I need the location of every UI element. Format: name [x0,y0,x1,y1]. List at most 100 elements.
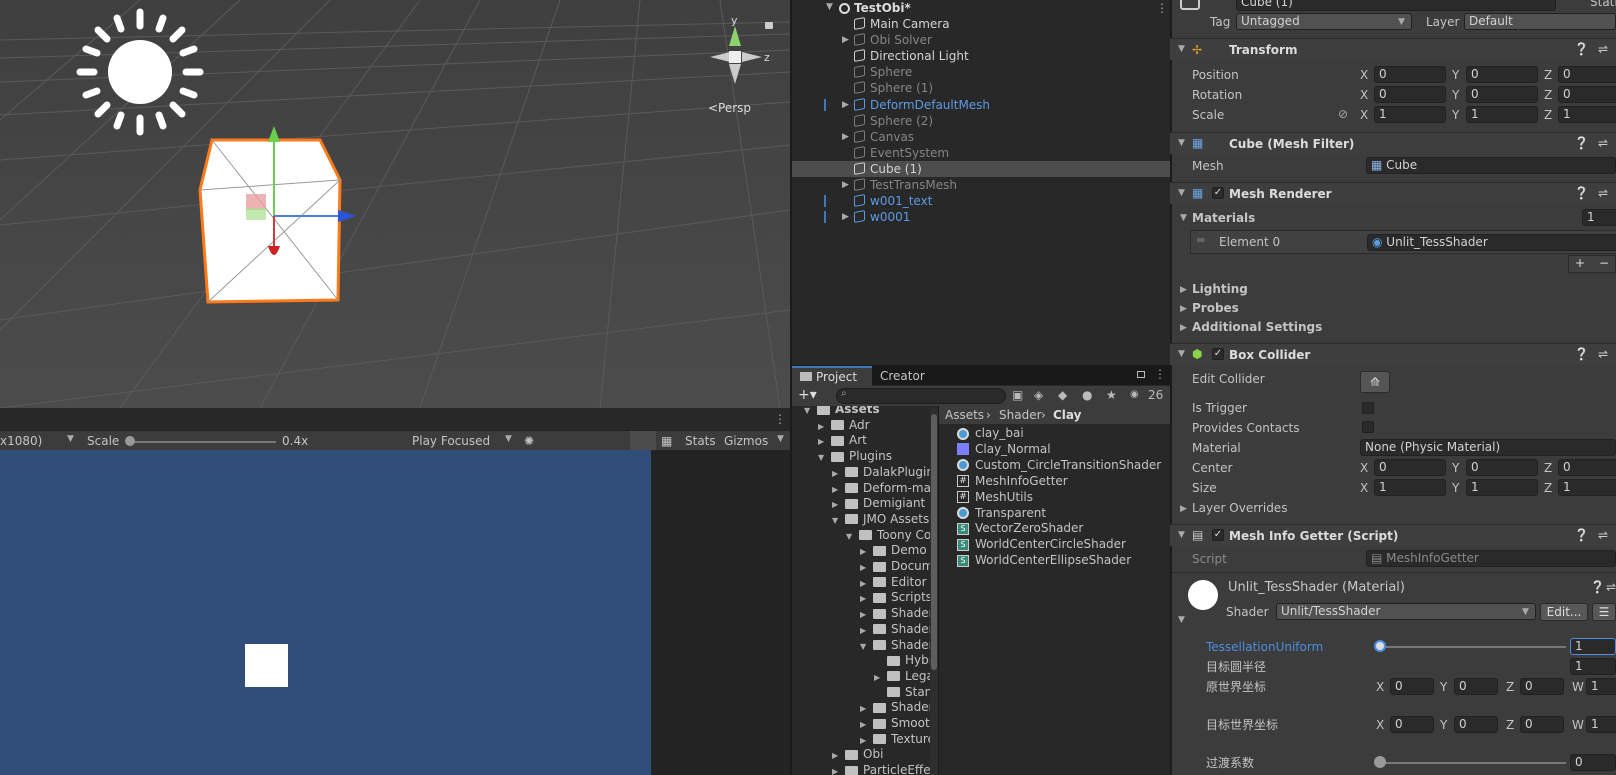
tab-creator[interactable]: Creator [880,368,925,384]
folder-tree-item[interactable]: ▶ Shader [860,621,930,637]
game-view[interactable] [0,450,790,775]
center-x-axis-label[interactable]: X [1360,460,1368,476]
center-y-field[interactable]: 0 [1466,459,1538,476]
asset-item[interactable]: S WorldCenterCircleShader [957,536,1126,552]
center-z-axis-label[interactable]: Z [1544,460,1552,476]
scale-z-axis-label[interactable]: Z [1544,107,1552,123]
tessellation-field[interactable]: 1 [1570,638,1616,655]
rotation-z-axis-label[interactable]: Z [1544,87,1552,103]
position-z-axis-label[interactable]: Z [1544,67,1552,83]
folder-tree-item[interactable]: ▶ Obi [832,746,883,762]
target-w-axis-label[interactable]: W [1572,717,1584,733]
remove-element-button[interactable]: − [1599,256,1609,270]
mesh-field[interactable]: ▦ Cube [1366,157,1616,174]
layer-overrides-foldout[interactable]: Layer Overrides [1192,500,1287,516]
rotation-y-axis-label[interactable]: Y [1452,87,1459,103]
help-icon[interactable]: ❔ [1574,186,1589,200]
scene-name[interactable]: TestObi* [854,0,911,16]
position-label[interactable]: Position [1192,67,1239,83]
hierarchy-item[interactable]: ▶ Canvas [792,129,1170,145]
enabled-checkbox[interactable]: ✓ [1212,529,1224,541]
asset-item[interactable]: S WorldCenterEllipseShader [957,552,1131,568]
transition-slider[interactable] [1380,762,1566,764]
help-icon[interactable]: ❔ [1574,528,1589,542]
folder-tree-item[interactable]: ▶ Adr [818,417,870,433]
tag-dropdown[interactable]: Untagged [1236,13,1412,30]
rotation-x-axis-label[interactable]: X [1360,87,1368,103]
menu-dots-icon[interactable]: ⋮ [1154,367,1166,381]
static-label[interactable]: Static [1590,0,1616,10]
help-icon[interactable]: ❔ [1574,136,1589,150]
position-y-field[interactable]: 0 [1466,66,1538,83]
layer-dropdown[interactable]: Default [1464,13,1616,30]
collapse-arrow-icon[interactable]: ▼ [1178,188,1185,198]
expand-arrow-icon[interactable]: ▶ [842,180,849,190]
folder-tree-item[interactable]: ▶Legac [874,668,930,684]
expand-arrow-icon[interactable]: ▶ [842,212,849,222]
tab-project[interactable]: Project [792,366,872,386]
asset-item[interactable]: S VectorZeroShader [957,520,1083,536]
tessellation-slider[interactable] [1380,646,1566,648]
collapse-arrow-icon[interactable]: ▼ [1178,138,1185,148]
center-z-field[interactable]: 0 [1558,459,1616,476]
folder-tree-item[interactable]: Stanc [874,684,930,700]
collapse-arrow-icon[interactable]: ▼ [1178,349,1185,359]
additional-settings-foldout[interactable]: Additional Settings [1192,319,1322,335]
folder-tree-item[interactable]: ▼ Toony Col [846,527,930,543]
collapse-arrow-icon[interactable]: ▼ [832,513,840,529]
position-z-field[interactable]: 0 [1558,66,1616,83]
target-x-axis-label[interactable]: X [1376,717,1384,733]
collapse-arrow-icon[interactable]: ▼ [826,2,833,12]
collapse-arrow-icon[interactable]: ▼ [1178,615,1185,625]
mesh-filter-header[interactable]: ▼ ▦ Cube (Mesh Filter) ❔ ⇌ [1170,132,1616,154]
menu-dots-icon[interactable]: ⋮ [1156,1,1168,15]
size-z-axis-label[interactable]: Z [1544,480,1552,496]
hierarchy-item[interactable]: ▶ DeformDefaultMesh [792,97,1170,113]
chevron-down-icon[interactable]: ▼ [67,434,74,444]
target-x-field[interactable]: 0 [1390,716,1434,733]
breadcrumb-assets[interactable]: Assets [945,407,984,423]
center-x-field[interactable]: 0 [1374,459,1446,476]
folder-tree-item[interactable]: ▶Texture [860,731,930,747]
collapse-arrow-icon[interactable]: ▼ [846,529,854,545]
center-y-axis-label[interactable]: Y [1452,460,1459,476]
position-x-axis-label[interactable]: X [1360,67,1368,83]
expand-arrow-icon[interactable]: ▶ [842,35,849,45]
asset-item[interactable]: # MeshInfoGetter [957,473,1068,489]
scale-slider-thumb[interactable] [125,436,135,446]
rotation-x-field[interactable]: 0 [1374,86,1446,103]
enabled-checkbox[interactable]: ✓ [1212,348,1224,360]
tag-icon[interactable]: ◆ [1058,387,1067,403]
hierarchy-item[interactable]: Sphere (2) [792,113,1170,129]
scale-slider[interactable] [128,441,276,443]
folder-tree-item[interactable]: ▶Smooth [860,715,930,731]
collapse-arrow-icon[interactable]: ▼ [804,406,812,419]
rotation-label[interactable]: Rotation [1192,87,1242,103]
expand-arrow-icon[interactable]: ▶ [1180,285,1187,295]
folder-tree-item[interactable]: ▶ ParticleEffec [832,762,930,775]
hierarchy-item[interactable]: Sphere (1) [792,80,1170,96]
collider-material-field[interactable]: None (Physic Material) [1360,439,1616,456]
hierarchy-item[interactable]: Main Camera [792,16,1170,32]
size-z-field[interactable]: 1 [1558,479,1616,496]
collapse-arrow-icon[interactable]: ▼ [1178,530,1185,540]
origin-w-axis-label[interactable]: W [1572,679,1584,695]
filter-type-icon[interactable]: ▣ [1012,387,1023,403]
play-focused-dropdown[interactable]: Play Focused [412,433,490,449]
sun-icon[interactable] [76,8,206,138]
folder-tree-item[interactable]: ▶ Art [818,432,867,448]
hierarchy-item[interactable]: Directional Light [792,48,1170,64]
materials-count[interactable]: 1 [1582,209,1616,226]
scale-link-icon[interactable]: ⊘ [1338,106,1348,122]
search-input[interactable]: ⌕ [836,388,1006,404]
size-y-field[interactable]: 1 [1466,479,1538,496]
scale-z-field[interactable]: 1 [1558,106,1616,123]
size-y-axis-label[interactable]: Y [1452,480,1459,496]
folder-tree-item[interactable]: ▶ Editor [860,574,927,590]
scale-label[interactable]: Scale [1192,107,1224,123]
expand-arrow-icon[interactable]: ▶ [1180,304,1187,314]
warning-icon[interactable]: ● [1082,387,1092,403]
target-y-axis-label[interactable]: Y [1440,717,1447,733]
persp-label[interactable]: <Persp [708,100,751,116]
tree-scrollbar[interactable] [930,408,938,775]
